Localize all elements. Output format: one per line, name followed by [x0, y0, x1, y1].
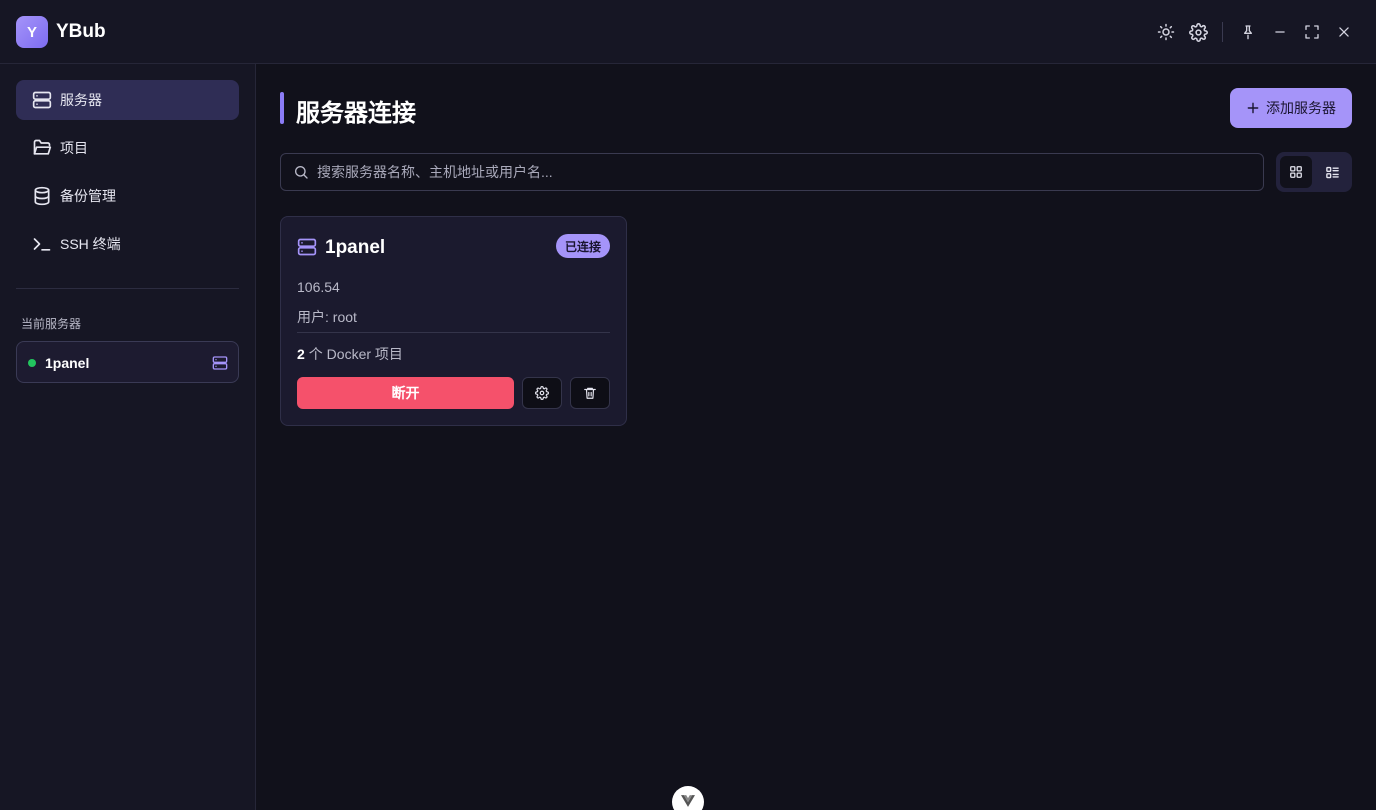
current-server-name: 1panel	[45, 355, 90, 371]
app-name: YBub	[56, 21, 106, 42]
sidebar-item-backup[interactable]: 备份管理	[16, 176, 239, 216]
delete-server-button[interactable]	[570, 377, 610, 409]
server-icon	[212, 355, 228, 371]
server-name: 1panel	[325, 237, 386, 258]
grid-view-button[interactable]	[1280, 156, 1312, 188]
database-icon	[32, 186, 52, 206]
title-accent-bar	[280, 92, 284, 124]
search-icon	[293, 164, 309, 180]
online-status-dot	[28, 359, 36, 367]
pin-icon[interactable]	[1238, 22, 1258, 42]
add-server-label: 添加服务器	[1266, 100, 1336, 116]
add-server-button[interactable]: 添加服务器	[1230, 88, 1352, 128]
sidebar-item-label: 备份管理	[60, 188, 116, 204]
search-input[interactable]	[317, 154, 1257, 190]
folder-icon	[32, 138, 52, 158]
sidebar-item-label: SSH 终端	[60, 236, 121, 252]
maximize-icon[interactable]	[1302, 22, 1322, 42]
server-user: 用户: root	[297, 309, 357, 325]
plus-icon	[1246, 101, 1260, 115]
list-view-button[interactable]	[1316, 156, 1348, 188]
disconnect-button[interactable]: 断开	[297, 377, 514, 409]
grid-icon	[1289, 165, 1303, 179]
minimize-icon[interactable]	[1270, 22, 1290, 42]
project-count-label: 个 Docker 项目	[308, 346, 403, 362]
card-divider	[297, 332, 610, 333]
sun-icon[interactable]	[1156, 22, 1176, 42]
current-server-item[interactable]: 1panel	[16, 341, 239, 383]
project-count-number: 2	[297, 346, 305, 362]
trash-icon	[583, 386, 597, 400]
gear-icon	[535, 386, 549, 400]
search-box	[280, 153, 1264, 191]
app-window: Y YBub 服务器 项目 备份管理 SSH 终端 当前服务器 1panel 服…	[0, 0, 1376, 810]
main-content: 服务器连接 添加服务器 搜索服务器名称、主机地址或用户名... 1panel 已…	[257, 64, 1376, 810]
status-badge: 已连接	[555, 234, 610, 258]
server-host: 106.54	[297, 279, 340, 295]
terminal-icon	[32, 234, 52, 254]
sidebar-item-label: 项目	[60, 140, 88, 156]
gear-icon[interactable]	[1188, 22, 1208, 42]
vue-logo-icon	[681, 795, 695, 807]
app-logo: Y	[16, 16, 48, 48]
sidebar-divider	[16, 288, 239, 289]
list-icon	[1325, 165, 1340, 180]
docker-project-count: 2个 Docker 项目	[297, 344, 403, 364]
sidebar-item-servers[interactable]: 服务器	[16, 80, 239, 120]
server-icon	[32, 90, 52, 110]
sidebar-item-label: 服务器	[60, 92, 102, 108]
server-icon	[297, 237, 317, 257]
sidebar: 服务器 项目 备份管理 SSH 终端 当前服务器 1panel	[0, 64, 256, 810]
close-icon[interactable]	[1334, 22, 1354, 42]
vue-devtools-logo[interactable]	[672, 786, 704, 810]
current-server-heading: 当前服务器	[21, 317, 82, 331]
titlebar-separator	[1222, 22, 1223, 42]
server-settings-button[interactable]	[522, 377, 562, 409]
view-mode-toggle	[1276, 152, 1352, 192]
page-title: 服务器连接	[296, 100, 416, 127]
sidebar-item-projects[interactable]: 项目	[16, 128, 239, 168]
server-card[interactable]: 1panel 已连接 106.54 用户: root 2个 Docker 项目 …	[280, 216, 627, 426]
title-bar: Y YBub	[0, 0, 1376, 64]
sidebar-item-ssh[interactable]: SSH 终端	[16, 224, 239, 264]
